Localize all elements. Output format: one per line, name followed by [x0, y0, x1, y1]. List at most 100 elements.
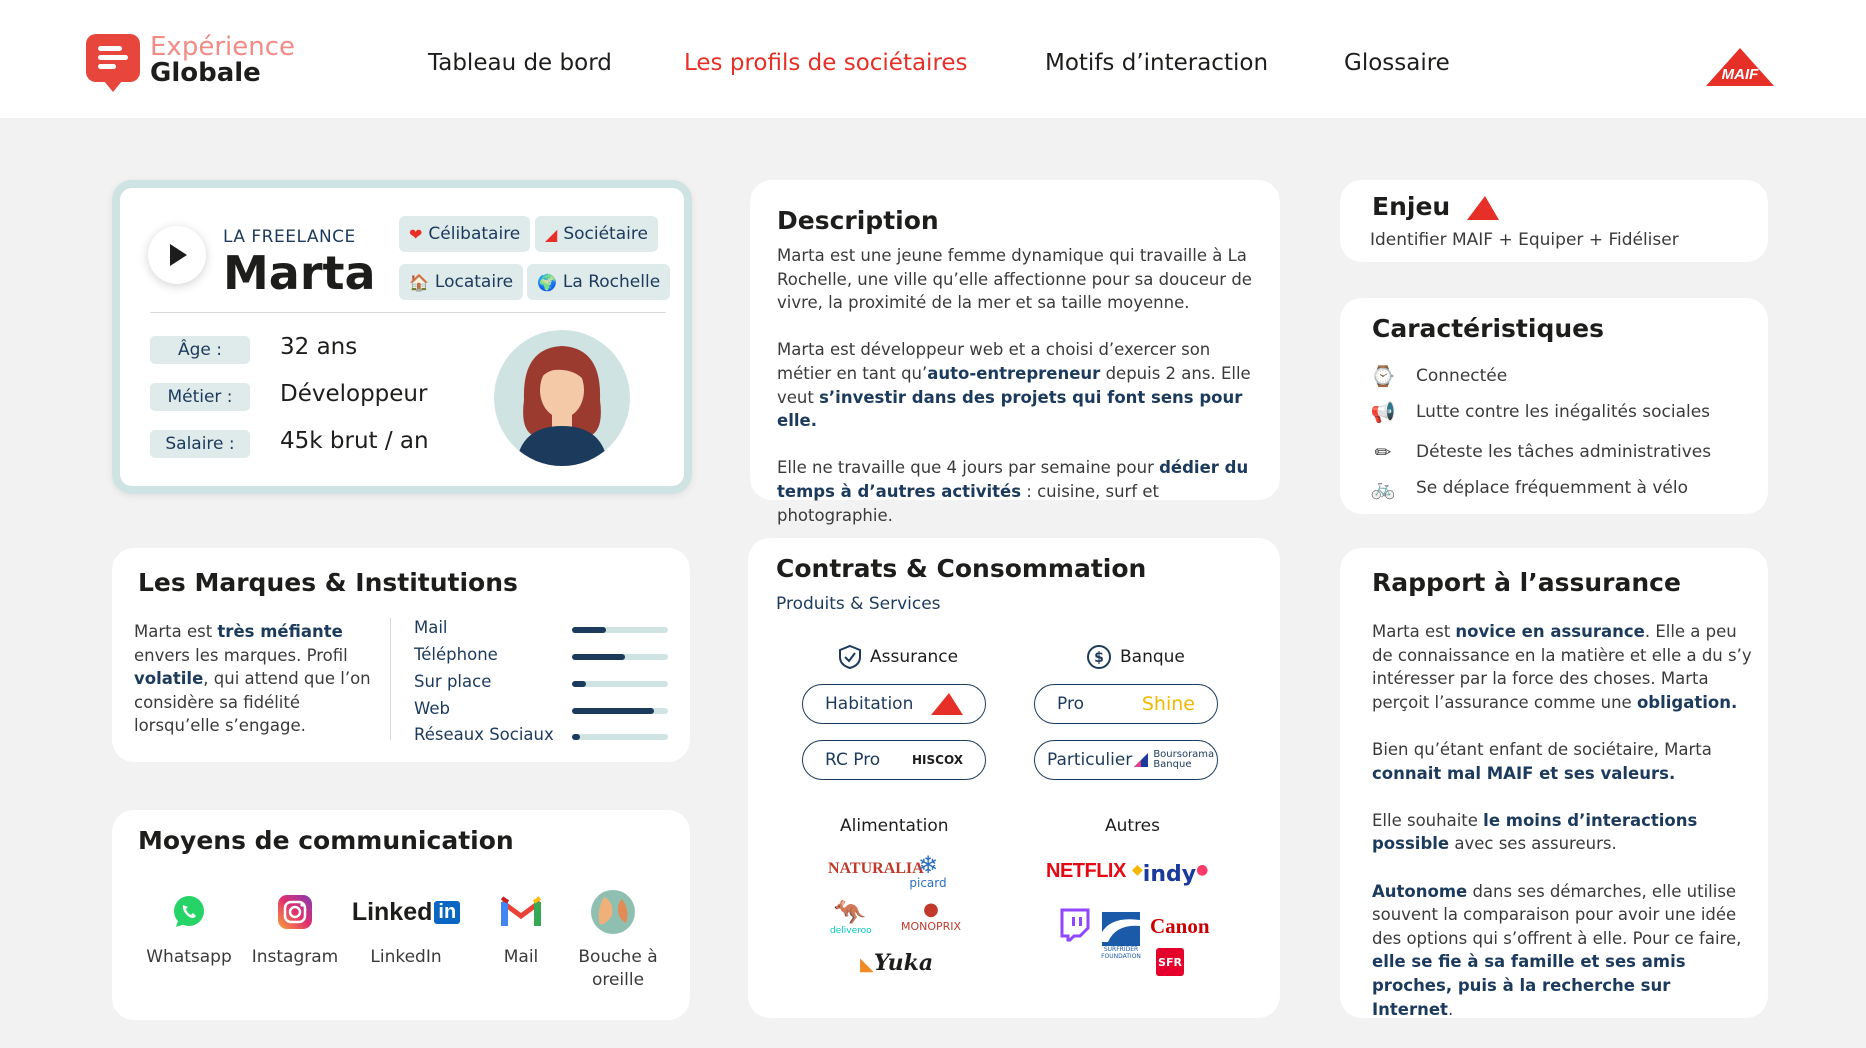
- description-title: Description: [777, 206, 939, 235]
- heart-icon: ❤: [409, 224, 423, 244]
- contract-pro[interactable]: Pro Shine: [1034, 684, 1218, 724]
- picard-logo: ❄ picard: [909, 851, 947, 890]
- pin-icon: ●: [923, 899, 939, 920]
- rapport-p1: Marta est novice en assurance. Elle a pe…: [1372, 622, 1752, 712]
- maif-mini-icon: [1466, 196, 1499, 220]
- gmail-icon: [500, 896, 542, 926]
- profile-role: LA FREELANCE: [223, 227, 356, 247]
- channel-bouche-oreille: Bouche à oreille: [558, 888, 668, 992]
- bicycle-icon: 🚲: [1370, 476, 1396, 500]
- channel-level-fill: [572, 681, 587, 687]
- tag-locataire: 🏠 Locataire: [399, 264, 524, 300]
- tag-celibataire: ❤ Célibataire: [399, 216, 531, 252]
- hiscox-logo: HISCOX: [912, 753, 963, 767]
- deliveroo-logo: 🦘 deliveroo: [830, 898, 872, 936]
- channel-level-bar: [572, 654, 668, 660]
- marques-title: Les Marques & Institutions: [138, 568, 518, 597]
- caracteristiques-title: Caractéristiques: [1372, 314, 1604, 343]
- contract-particulier[interactable]: Particulier Boursorama Banque: [1034, 740, 1218, 780]
- channel-linkedin: Linked in LinkedIn: [348, 888, 464, 969]
- metier-label: Métier :: [150, 383, 250, 411]
- logo-line1: Expérience: [150, 32, 295, 62]
- channel-level-bar: [572, 627, 668, 633]
- maif-logo-icon[interactable]: MAIF: [1706, 48, 1774, 86]
- alimentation-heading: Alimentation: [840, 816, 949, 836]
- house-icon: 🏠: [409, 272, 429, 292]
- description-p1: Marta est une jeune femme dynamique qui …: [777, 246, 1252, 313]
- kangaroo-icon: 🦘: [833, 898, 867, 928]
- nav-tableau-de-bord[interactable]: Tableau de bord: [428, 50, 612, 76]
- diamond-icon: ◆: [1132, 862, 1143, 878]
- enjeu-text: Identifier MAIF + Equiper + Fidéliser: [1370, 230, 1679, 250]
- rapport-p2: Bien qu’étant enfant de sociétaire, Mart…: [1372, 739, 1712, 783]
- dot-icon: ●: [1196, 862, 1209, 878]
- yuka-logo: ◣Yuka: [860, 950, 934, 976]
- description-card: Description Marta est une jeune femme dy…: [750, 180, 1280, 525]
- profile-name: Marta: [223, 246, 376, 300]
- divider: [150, 312, 666, 313]
- indy-logo: ◆indy●: [1132, 862, 1209, 887]
- contract-habitation[interactable]: Habitation: [802, 684, 986, 724]
- channel-label: Sur place: [414, 672, 492, 691]
- marques-text: Marta est très méfiante envers les marqu…: [134, 622, 371, 736]
- whatsapp-icon: [174, 896, 204, 927]
- channel-label: Web: [414, 699, 450, 718]
- word-of-mouth-icon: [591, 890, 635, 934]
- channel-instagram: Instagram: [240, 888, 350, 969]
- assurance-heading: Assurance: [838, 644, 958, 670]
- age-label: Âge :: [150, 336, 250, 364]
- contrats-title: Contrats & Consommation: [776, 554, 1147, 583]
- contract-rc-pro[interactable]: RC Pro HISCOX: [802, 740, 986, 780]
- channel-level-bar: [572, 708, 668, 714]
- channel-whatsapp: Whatsapp: [134, 888, 244, 969]
- logo-line2: Globale: [150, 58, 261, 88]
- boursorama-icon: [1134, 753, 1149, 767]
- speech-bubble-logo-icon: [86, 34, 140, 92]
- age-value: 32 ans: [280, 334, 358, 360]
- channel-label: Téléphone: [414, 645, 498, 664]
- caracteristique-item: ⌚ Connectée: [1368, 364, 1508, 388]
- contrats-subtitle: Produits & Services: [776, 594, 941, 614]
- top-header: Expérience Globale Tableau de bord Les p…: [0, 0, 1866, 118]
- rapport-p3: Elle souhaite le moins d’interactions po…: [1372, 810, 1698, 854]
- linkedin-icon: Linked in: [348, 888, 464, 936]
- profile-card: LA FREELANCE Marta ❤ Célibataire ◢ Sociéta…: [112, 180, 692, 494]
- channel-label: Mail: [414, 618, 448, 637]
- nav-profils-societaires[interactable]: Les profils de sociétaires: [684, 50, 968, 76]
- salaire-value: 45k brut / an: [280, 428, 429, 454]
- shield-check-icon: [839, 644, 861, 670]
- surfrider-logo: SURFRIDER FOUNDATION: [1100, 912, 1142, 960]
- marques-card: Les Marques & Institutions Marta est trè…: [112, 548, 690, 762]
- boursorama-logo: Boursorama Banque: [1132, 750, 1214, 770]
- play-button[interactable]: [148, 226, 206, 284]
- megaphone-icon: 📢: [1370, 400, 1396, 424]
- rapport-title: Rapport à l’assurance: [1372, 568, 1681, 597]
- salaire-label: Salaire :: [150, 430, 250, 458]
- channel-level-fill: [572, 627, 606, 633]
- dollar-circle-icon: $: [1087, 645, 1111, 669]
- instagram-icon: [278, 895, 312, 929]
- shine-logo: Shine: [1141, 693, 1195, 715]
- metier-value: Développeur: [280, 381, 428, 407]
- avatar: [494, 330, 630, 466]
- app-logo[interactable]: Expérience Globale: [86, 32, 295, 92]
- watch-icon: ⌚: [1370, 364, 1396, 388]
- canon-logo: Canon: [1150, 914, 1210, 938]
- channel-level-bar: [572, 734, 668, 740]
- carrot-icon: ◣: [860, 954, 874, 975]
- channel-level-fill: [572, 734, 580, 740]
- caracteristique-item: ✏ Déteste les tâches administratives: [1368, 440, 1712, 464]
- maif-logo-text: MAIF: [1722, 66, 1759, 83]
- netflix-logo: NETFLIX: [1046, 860, 1126, 882]
- tag-la-rochelle: 🌍 La Rochelle: [527, 264, 671, 300]
- caracteristique-item: 📢 Lutte contre les inégalités sociales: [1368, 400, 1710, 424]
- channel-level-fill: [572, 654, 625, 660]
- rapport-p4: Autonome dans ses démarches, elle utilis…: [1372, 881, 1742, 1019]
- nav-glossaire[interactable]: Glossaire: [1344, 50, 1450, 76]
- autres-heading: Autres: [1105, 816, 1161, 836]
- nav-motifs-interaction[interactable]: Motifs d’interaction: [1045, 50, 1268, 76]
- tag-societaire: ◢ Sociétaire: [535, 216, 658, 252]
- enjeu-title: Enjeu: [1372, 192, 1499, 221]
- maif-mini-icon: [931, 693, 963, 715]
- caracteristiques-card: Caractéristiques ⌚ Connectée 📢 Lutte contr…: [1340, 298, 1768, 514]
